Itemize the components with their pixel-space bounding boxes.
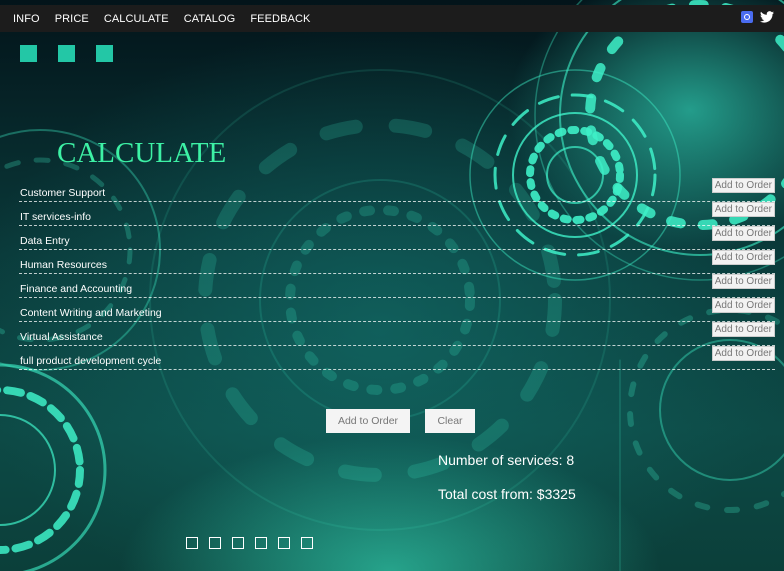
service-count: Number of services: 8 xyxy=(438,452,575,468)
slider-pagination xyxy=(186,537,313,549)
pagination-dot[interactable] xyxy=(278,537,290,549)
add-to-order-main-button[interactable]: Add to Order xyxy=(326,409,410,433)
top-navigation: INFO PRICE CALCULATE CATALOG FEEDBACK xyxy=(0,5,784,32)
nav-item-info[interactable]: INFO xyxy=(13,13,40,25)
service-row: Customer Support Add to Order xyxy=(19,178,775,202)
nav-item-calculate[interactable]: CALCULATE xyxy=(104,13,169,25)
service-name: Data Entry xyxy=(20,235,70,247)
service-name: Customer Support xyxy=(20,187,106,199)
nav-item-feedback[interactable]: FEEDBACK xyxy=(250,13,310,25)
service-row: IT services-info Add to Order xyxy=(19,202,775,226)
service-row: full product development cycle Add to Or… xyxy=(19,346,775,370)
clear-button[interactable]: Clear xyxy=(425,409,475,433)
social-links xyxy=(741,11,774,23)
service-row: Virtual Assistance Add to Order xyxy=(19,322,775,346)
add-to-order-button[interactable]: Add to Order xyxy=(711,226,775,241)
service-name: Content Writing and Marketing xyxy=(20,307,162,319)
service-row: Human Resources Add to Order xyxy=(19,250,775,274)
add-to-order-button[interactable]: Add to Order xyxy=(711,250,775,265)
nav-item-catalog[interactable]: CATALOG xyxy=(184,13,236,25)
decor-square xyxy=(58,45,75,62)
service-name: Virtual Assistance xyxy=(20,331,103,343)
add-to-order-button[interactable]: Add to Order xyxy=(711,274,775,289)
pagination-dot[interactable] xyxy=(255,537,267,549)
service-row: Data Entry Add to Order xyxy=(19,226,775,250)
nav-item-price[interactable]: PRICE xyxy=(55,13,89,25)
service-name: full product development cycle xyxy=(20,355,162,367)
pagination-dot[interactable] xyxy=(186,537,198,549)
add-to-order-button[interactable]: Add to Order xyxy=(711,322,775,337)
service-name: Finance and Accounting xyxy=(20,283,133,295)
add-to-order-button[interactable]: Add to Order xyxy=(711,298,775,313)
decor-square xyxy=(96,45,113,62)
service-row: Content Writing and Marketing Add to Ord… xyxy=(19,298,775,322)
pagination-dot[interactable] xyxy=(301,537,313,549)
service-name: IT services-info xyxy=(20,211,91,223)
service-name: Human Resources xyxy=(20,259,107,271)
add-to-order-button[interactable]: Add to Order xyxy=(711,202,775,217)
pagination-dot[interactable] xyxy=(209,537,221,549)
page-title: CALCULATE xyxy=(57,137,227,169)
service-row: Finance and Accounting Add to Order xyxy=(19,274,775,298)
pagination-dot[interactable] xyxy=(232,537,244,549)
add-to-order-button[interactable]: Add to Order xyxy=(711,346,775,361)
instagram-icon[interactable] xyxy=(741,11,753,23)
decorative-squares xyxy=(20,45,113,62)
total-cost: Total cost from: $3325 xyxy=(438,486,576,502)
decor-square xyxy=(20,45,37,62)
add-to-order-button[interactable]: Add to Order xyxy=(711,178,775,193)
twitter-icon[interactable] xyxy=(760,11,774,23)
